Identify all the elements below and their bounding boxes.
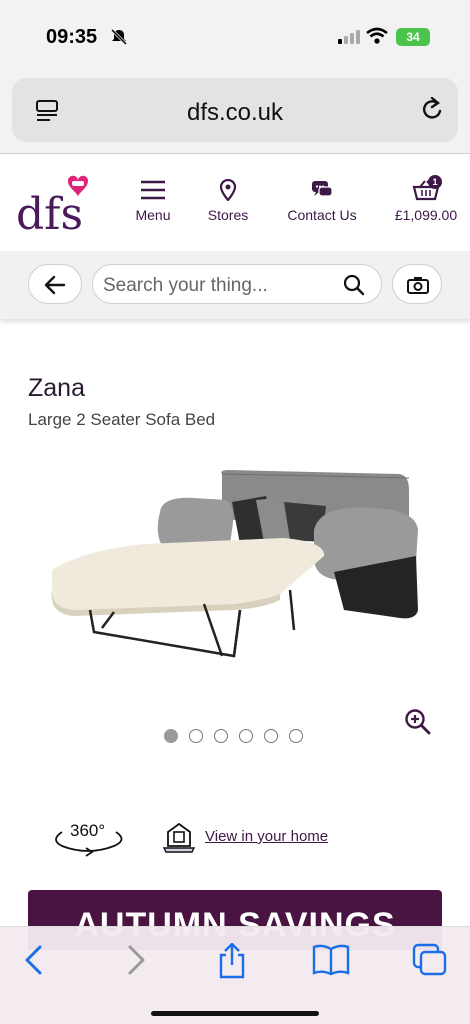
ar-home-icon[interactable]	[162, 818, 196, 854]
nav-menu-label: Menu	[135, 207, 171, 223]
view-360-label: 360°	[70, 821, 105, 840]
zoom-in-icon[interactable]	[404, 708, 432, 736]
product-subtitle: Large 2 Seater Sofa Bed	[28, 410, 216, 429]
pagination-dot[interactable]	[214, 729, 228, 743]
browser-toolbar	[0, 926, 470, 1024]
search-row: Search your thing...	[0, 251, 470, 319]
nav-basket[interactable]: 1 £1,099.00	[388, 175, 464, 223]
signal-icon	[338, 30, 360, 44]
pagination-dot[interactable]	[289, 729, 303, 743]
nav-contact-label: Contact Us	[287, 207, 357, 223]
search-icon[interactable]	[343, 274, 365, 296]
bell-muted-icon	[110, 28, 128, 46]
battery-indicator: 34	[396, 28, 430, 46]
view-in-your-home-link[interactable]: View in your home	[205, 828, 328, 845]
forward-nav-icon[interactable]	[124, 943, 148, 977]
home-indicator	[151, 1011, 319, 1016]
nav-menu[interactable]: Menu	[128, 179, 178, 223]
image-pagination	[164, 729, 303, 743]
search-placeholder: Search your thing...	[103, 275, 268, 296]
product-image[interactable]	[44, 460, 444, 670]
arrow-left-icon	[44, 275, 66, 295]
menu-icon	[141, 180, 165, 200]
bookmarks-icon[interactable]	[312, 943, 350, 977]
nav-stores[interactable]: Stores	[200, 179, 256, 223]
dfs-logo[interactable]: dfs	[16, 173, 96, 233]
wifi-icon	[366, 27, 388, 44]
back-button[interactable]	[28, 264, 82, 304]
pagination-dot[interactable]	[189, 729, 203, 743]
basket-total: £1,099.00	[394, 207, 458, 223]
location-pin-icon	[219, 179, 237, 201]
nav-stores-label: Stores	[207, 207, 249, 223]
back-nav-icon[interactable]	[22, 943, 46, 977]
camera-icon	[407, 277, 429, 294]
site-header: dfs Menu Stores Contact Us 1 £1,099.00	[0, 155, 470, 251]
basket-count-badge: 1	[428, 175, 442, 189]
view-360-button[interactable]: 360°	[48, 816, 128, 860]
product-title: Zana	[28, 374, 85, 402]
search-input[interactable]: Search your thing...	[92, 264, 382, 304]
pagination-dot[interactable]	[164, 729, 178, 743]
pagination-dot[interactable]	[264, 729, 278, 743]
status-bar: 09:35 34	[0, 0, 470, 72]
nav-contact-us[interactable]: Contact Us	[276, 179, 368, 223]
address-bar[interactable]: dfs.co.uk	[12, 78, 458, 142]
browser-url-area: dfs.co.uk	[0, 72, 470, 154]
pagination-dot[interactable]	[239, 729, 253, 743]
tabs-icon[interactable]	[412, 943, 448, 977]
svg-text:dfs: dfs	[16, 189, 83, 233]
status-time: 09:35	[46, 26, 98, 48]
camera-search-button[interactable]	[392, 264, 442, 304]
url-text[interactable]: dfs.co.uk	[12, 99, 458, 127]
share-icon[interactable]	[216, 943, 248, 979]
reload-icon[interactable]	[420, 97, 444, 123]
chat-icon	[312, 181, 333, 197]
